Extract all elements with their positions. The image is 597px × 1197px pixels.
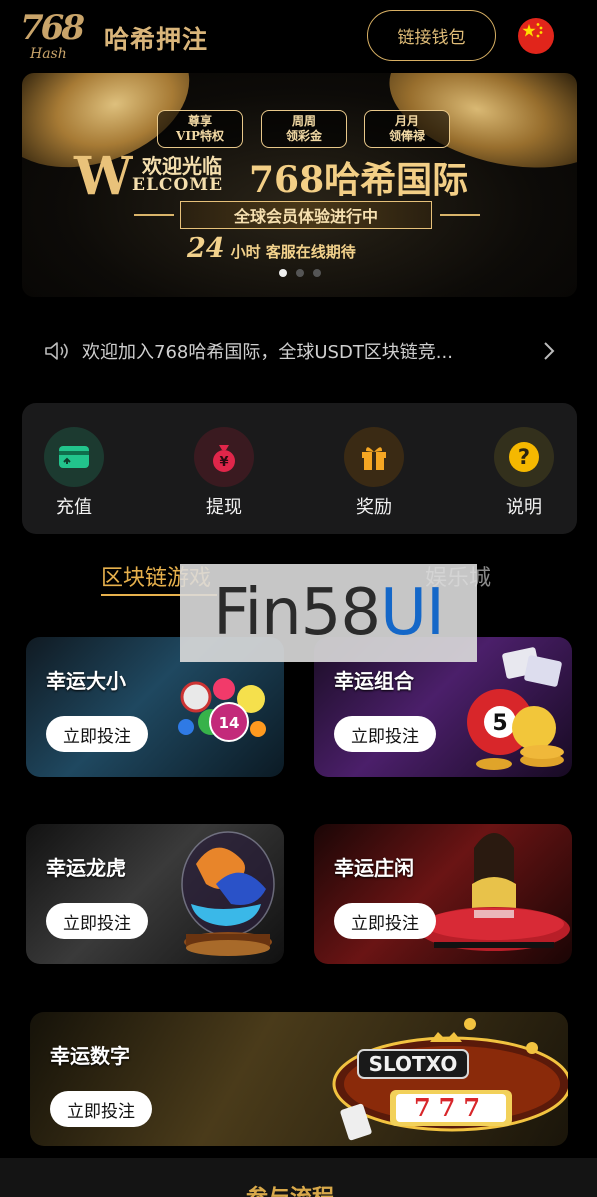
welcome-en: ELCOME <box>132 175 224 195</box>
watermark-text: Fin58 <box>213 576 381 650</box>
vip-badge: 尊享 VIP特权 <box>157 110 243 148</box>
service-hours: 24 小时 客服在线期待 <box>187 233 356 264</box>
weekly-bonus-badge: 周周 领彩金 <box>261 110 347 148</box>
bet-now-button[interactable]: 立即投注 <box>334 903 436 939</box>
action-deposit[interactable]: 充值 <box>34 427 114 519</box>
slot-machine-icon: SLOTXO 777 <box>332 1018 568 1141</box>
action-label: 提现 <box>206 497 242 518</box>
game-name: 幸运龙虎 <box>46 856 126 880</box>
bet-now-button[interactable]: 立即投注 <box>334 716 436 752</box>
carousel-dot[interactable] <box>278 269 287 277</box>
watermark-logo: Fin58 UI <box>180 564 477 662</box>
bet-now-button[interactable]: 立即投注 <box>50 1091 152 1127</box>
slot-digits: 777 <box>414 1093 488 1122</box>
carousel-dot[interactable] <box>295 269 304 277</box>
logo-sub: Hash <box>30 46 67 62</box>
watermark-text: UI <box>380 576 445 650</box>
carousel-dots <box>22 269 577 277</box>
divider <box>440 214 480 216</box>
footer-title: 参与流程 <box>246 1180 334 1197</box>
monthly-salary-badge: 月月 领俸禄 <box>364 110 450 148</box>
service-hours-number: 24 <box>187 233 225 264</box>
slot-logo-text: SLOTXO <box>369 1052 458 1076</box>
action-label: 说明 <box>506 497 542 518</box>
action-help[interactable]: ? 说明 <box>484 427 564 519</box>
promo-banner[interactable]: 尊享 VIP特权 周周 领彩金 月月 领俸禄 W 欢迎光临 ELCOME 768哈希国… <box>22 73 577 297</box>
speaker-icon <box>45 342 68 360</box>
notice-text: 欢迎加入768哈希国际，全球USDT区块链竞... <box>82 342 453 363</box>
logo-number: 768 <box>20 8 85 48</box>
notice-bar[interactable]: 欢迎加入768哈希国际，全球USDT区块链竞... <box>44 330 556 372</box>
carousel-dot[interactable] <box>312 269 321 277</box>
game-card-lucky-number[interactable]: SLOTXO 777 幸运数字 立即投注 <box>30 1012 568 1146</box>
connect-wallet-button[interactable]: 链接钱包 <box>367 10 496 61</box>
site-title: 哈希押注 <box>104 25 209 54</box>
svg-text:5: 5 <box>492 711 507 736</box>
bet-now-button[interactable]: 立即投注 <box>46 903 148 939</box>
service-hours-text: 小时 客服在线期待 <box>230 243 356 261</box>
welcome-letter: W <box>74 146 133 207</box>
svg-text:?: ? <box>518 445 530 469</box>
divider <box>134 214 174 216</box>
chevron-right-icon[interactable] <box>542 341 556 361</box>
svg-text:14: 14 <box>219 714 240 732</box>
game-name: 幸运大小 <box>46 669 126 693</box>
gift-icon <box>344 427 404 487</box>
action-label: 充值 <box>56 497 92 518</box>
action-withdraw[interactable]: ¥ 提现 <box>184 427 264 519</box>
action-reward[interactable]: 奖励 <box>334 427 414 519</box>
app-header: 768 Hash 哈希押注 链接钱包 <box>0 0 597 72</box>
game-card-lucky-dragon-tiger[interactable]: 幸运龙虎 立即投注 <box>26 824 284 964</box>
money-bag-icon: ¥ <box>194 427 254 487</box>
game-name: 幸运组合 <box>334 669 414 693</box>
game-name: 幸运数字 <box>50 1044 130 1068</box>
bet-now-button[interactable]: 立即投注 <box>46 716 148 752</box>
question-icon: ? <box>494 427 554 487</box>
game-name: 幸运庄闲 <box>334 856 414 880</box>
svg-text:¥: ¥ <box>219 455 228 470</box>
logo[interactable]: 768 Hash <box>20 8 92 64</box>
dragon-tiger-icon <box>181 831 275 956</box>
lottery-balls-icon: 14 <box>178 678 266 742</box>
baccarat-dealer-icon <box>418 833 570 951</box>
banner-slogan: 全球会员体验进行中 <box>180 201 432 229</box>
game-card-lucky-banker-player[interactable]: 幸运庄闲 立即投注 <box>314 824 572 964</box>
card-icon <box>44 427 104 487</box>
action-label: 奖励 <box>356 497 392 518</box>
china-flag-icon[interactable] <box>518 18 554 54</box>
banner-brand: 768哈希国际 <box>249 159 469 201</box>
quick-actions: 充值 ¥ 提现 奖励 ? 说明 <box>22 403 577 534</box>
